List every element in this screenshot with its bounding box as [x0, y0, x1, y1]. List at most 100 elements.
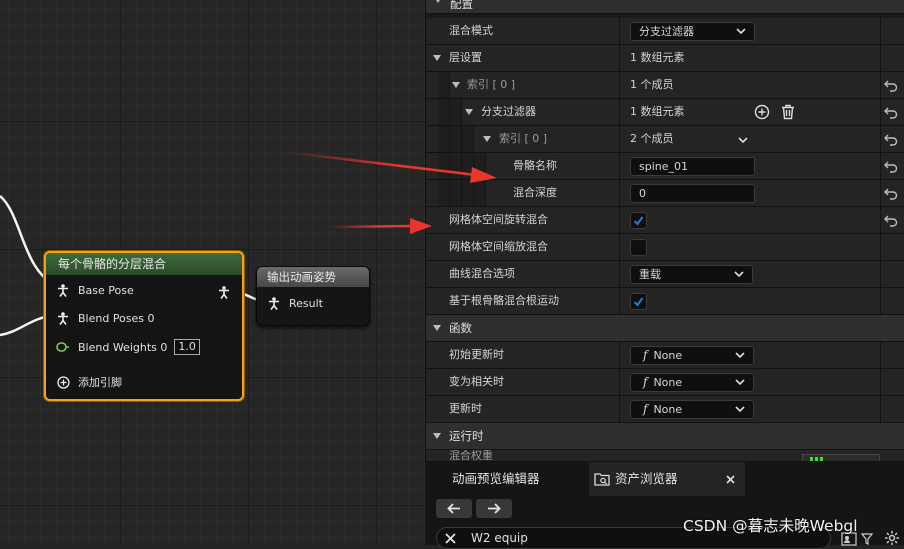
row-branch-filters[interactable]: 分支过滤器 1 数组元素 — [426, 99, 904, 126]
reset-arrow-icon[interactable] — [884, 105, 898, 119]
clear-search-icon[interactable] — [445, 533, 456, 544]
gear-icon[interactable] — [884, 530, 900, 546]
chevron-down-icon — [433, 55, 441, 61]
chevron-down-icon — [452, 82, 460, 88]
index0-value: 1 个成员 — [630, 78, 674, 91]
row-index-0[interactable]: 索引 [ 0 ] 1 个成员 — [426, 72, 904, 99]
add-pin-label: 添加引脚 — [78, 376, 122, 389]
initial-update-label: 初始更新时 — [449, 348, 504, 361]
partial-widget — [802, 454, 880, 461]
category-config-label: 配置 — [450, 0, 473, 11]
close-icon[interactable] — [726, 475, 735, 484]
tab-anim-preview-label: 动画预览编辑器 — [452, 471, 540, 486]
chevron-down-icon — [483, 136, 491, 142]
row-on-update: 更新时 f None — [426, 396, 904, 423]
bone-name-input[interactable]: spine_01 — [630, 157, 755, 176]
on-update-dropdown[interactable]: f None — [630, 400, 754, 419]
category-functions[interactable]: 函数 — [426, 315, 904, 342]
back-button[interactable] — [436, 499, 472, 518]
chevron-down-icon — [736, 28, 746, 35]
chevron-down-icon — [434, 0, 442, 3]
initial-update-value: None — [653, 349, 683, 362]
index0-label: 索引 [ 0 ] — [467, 78, 516, 91]
chevron-down-icon — [735, 406, 745, 413]
index0b-value: 2 个成员 — [630, 132, 674, 145]
chevron-down-icon — [465, 109, 473, 115]
category-config[interactable]: 配置 — [426, 0, 904, 14]
curve-blend-label: 曲线混合选项 — [449, 267, 515, 280]
checkmark-icon — [633, 297, 644, 307]
row-blend-mode: 混合模式 分支过滤器 — [426, 18, 904, 45]
layered-blend-per-bone-node[interactable]: 每个骨骼的分层混合 Base Pose Blend Poses 0 Blend … — [44, 251, 244, 401]
tab-anim-preview-editor[interactable]: 动画预览编辑器 — [425, 462, 589, 496]
trash-icon[interactable] — [781, 104, 795, 120]
output-pose-node[interactable]: 输出动画姿势 Result — [256, 266, 370, 326]
branch-filters-value: 1 数组元素 — [630, 105, 685, 118]
result-label: Result — [289, 296, 323, 310]
pose-pin-icon — [56, 283, 70, 297]
watermark-text: CSDN @暮志未晚Webgl — [683, 517, 858, 535]
output-node-title: 输出动画姿势 — [257, 267, 369, 287]
mesh-rotation-label: 网格体空间旋转混合 — [449, 213, 548, 226]
become-relevant-dropdown[interactable]: f None — [630, 373, 754, 392]
tab-asset-browser[interactable]: 资产浏览器 — [589, 462, 745, 496]
reset-arrow-icon[interactable] — [884, 159, 898, 173]
on-update-label: 更新时 — [449, 402, 482, 415]
blend-depth-label: 混合深度 — [513, 186, 557, 199]
result-pin[interactable]: Result — [267, 296, 323, 310]
mesh-rotation-checkbox[interactable] — [630, 212, 647, 229]
blend-weights-label: Blend Weights 0 — [78, 340, 168, 354]
row-layer-setup[interactable]: 层设置 1 数组元素 — [426, 45, 904, 72]
curve-blend-dropdown[interactable]: 重载 — [630, 265, 753, 284]
row-curve-blend: 曲线混合选项 重载 — [426, 261, 904, 288]
checkmark-icon — [633, 216, 644, 226]
initial-update-dropdown[interactable]: f None — [630, 346, 754, 365]
filter-icon[interactable] — [861, 532, 873, 546]
chevron-down-icon — [735, 379, 745, 386]
reset-arrow-icon[interactable] — [884, 132, 898, 146]
chevron-down-icon — [735, 352, 745, 359]
output-pose-pin-icon[interactable] — [218, 284, 230, 303]
tab-asset-browser-label: 资产浏览器 — [615, 471, 678, 486]
arrow-left-icon — [447, 503, 460, 514]
details-panel: 配置 混合模式 分支过滤器 层设置 1 数组元素 索引 [ 0 ] 1 个成员 … — [425, 0, 904, 462]
reset-arrow-icon[interactable] — [884, 78, 898, 92]
chevron-down-icon[interactable] — [738, 136, 748, 144]
blend-mode-dropdown[interactable]: 分支过滤器 — [630, 22, 755, 41]
forward-button[interactable] — [476, 499, 512, 518]
root-motion-label: 基于根骨骼混合根运动 — [449, 294, 559, 307]
base-pose-pin[interactable]: Base Pose — [56, 283, 134, 297]
anim-graph-canvas[interactable]: 每个骨骼的分层混合 Base Pose Blend Poses 0 Blend … — [0, 0, 425, 545]
curve-blend-value: 重载 — [639, 268, 661, 281]
reset-arrow-icon[interactable] — [884, 213, 898, 227]
layer-setup-label: 层设置 — [449, 51, 482, 64]
row-index-0-filter[interactable]: 索引 [ 0 ] 2 个成员 — [426, 126, 904, 153]
category-runtime[interactable]: 运行时 — [426, 423, 904, 450]
become-relevant-value: None — [653, 376, 683, 389]
blend-mode-value: 分支过滤器 — [639, 25, 694, 38]
reset-arrow-icon[interactable] — [884, 186, 898, 200]
function-icon: f — [643, 402, 648, 416]
root-motion-checkbox[interactable] — [630, 293, 647, 310]
function-icon: f — [643, 348, 648, 362]
blend-weight-input[interactable]: 1.0 — [174, 339, 200, 355]
bone-name-label: 骨骼名称 — [513, 159, 557, 172]
blend-depth-input[interactable]: 0 — [630, 184, 755, 203]
float-pin-icon — [56, 340, 70, 354]
blend-weights-pin[interactable]: Blend Weights 0 1.0 — [56, 339, 200, 355]
partial-label: 混合权重 — [449, 450, 493, 462]
mesh-scale-checkbox[interactable] — [630, 239, 647, 256]
base-pose-label: Base Pose — [78, 283, 134, 297]
blend-poses-pin[interactable]: Blend Poses 0 — [56, 311, 155, 325]
row-initial-update: 初始更新时 f None — [426, 342, 904, 369]
folder-search-icon — [594, 473, 610, 486]
blend-mode-label: 混合模式 — [449, 24, 493, 37]
branch-filters-label: 分支过滤器 — [481, 105, 536, 118]
blend-node-title: 每个骨骼的分层混合 — [46, 253, 242, 275]
row-blend-depth: 混合深度 0 — [426, 180, 904, 207]
row-mesh-space-rotation: 网格体空间旋转混合 — [426, 207, 904, 234]
add-element-icon[interactable] — [754, 104, 770, 120]
add-pin-button[interactable]: 添加引脚 — [56, 374, 122, 390]
become-relevant-label: 变为相关时 — [449, 375, 504, 388]
index0b-label: 索引 [ 0 ] — [499, 132, 548, 145]
